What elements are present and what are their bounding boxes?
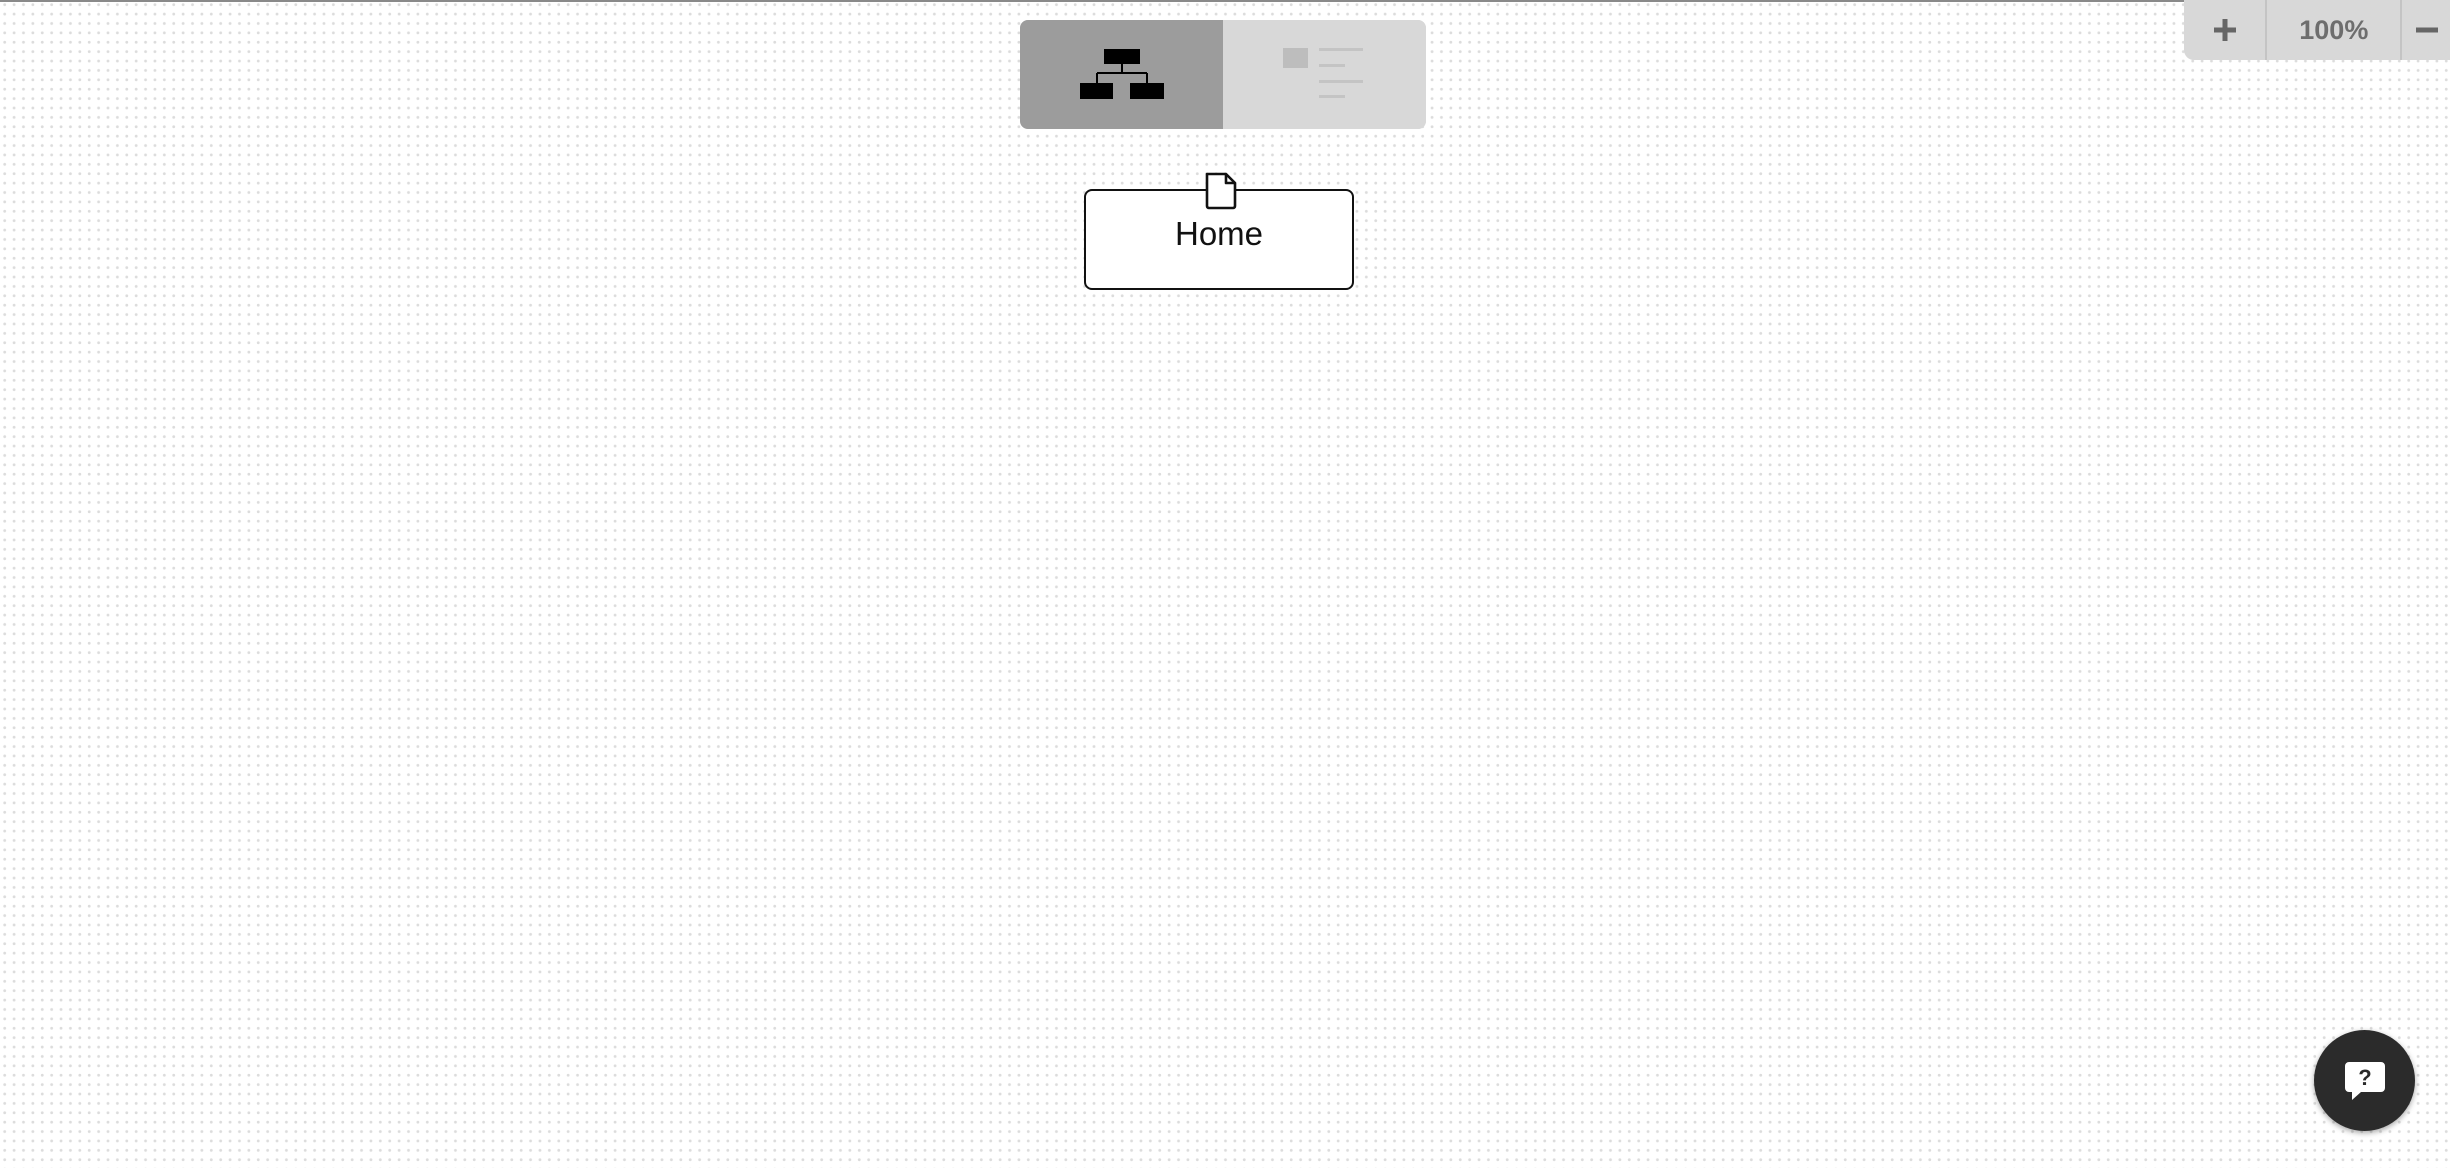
help-chat-button[interactable]: ? [2314, 1030, 2415, 1131]
zoom-controls: 100% [2184, 0, 2450, 60]
help-question-mark: ? [2358, 1065, 2371, 1090]
top-divider [0, 0, 2450, 2]
node-label: Home [1174, 215, 1264, 252]
plus-icon [2213, 19, 2236, 41]
sitemap-view-button[interactable] [1020, 20, 1223, 129]
zoom-in-button[interactable] [2184, 0, 2268, 60]
zoom-out-button[interactable] [2402, 0, 2450, 60]
sitemap-icon [1079, 48, 1164, 99]
zoom-level: 100% [2267, 0, 2403, 60]
help-chat-icon: ? [2344, 1061, 2385, 1100]
outline-view-button[interactable] [1223, 20, 1426, 129]
view-switcher [1020, 20, 1426, 129]
page-icon [1205, 172, 1237, 210]
minus-icon [2416, 27, 2439, 33]
outline-list-icon [1282, 47, 1363, 98]
